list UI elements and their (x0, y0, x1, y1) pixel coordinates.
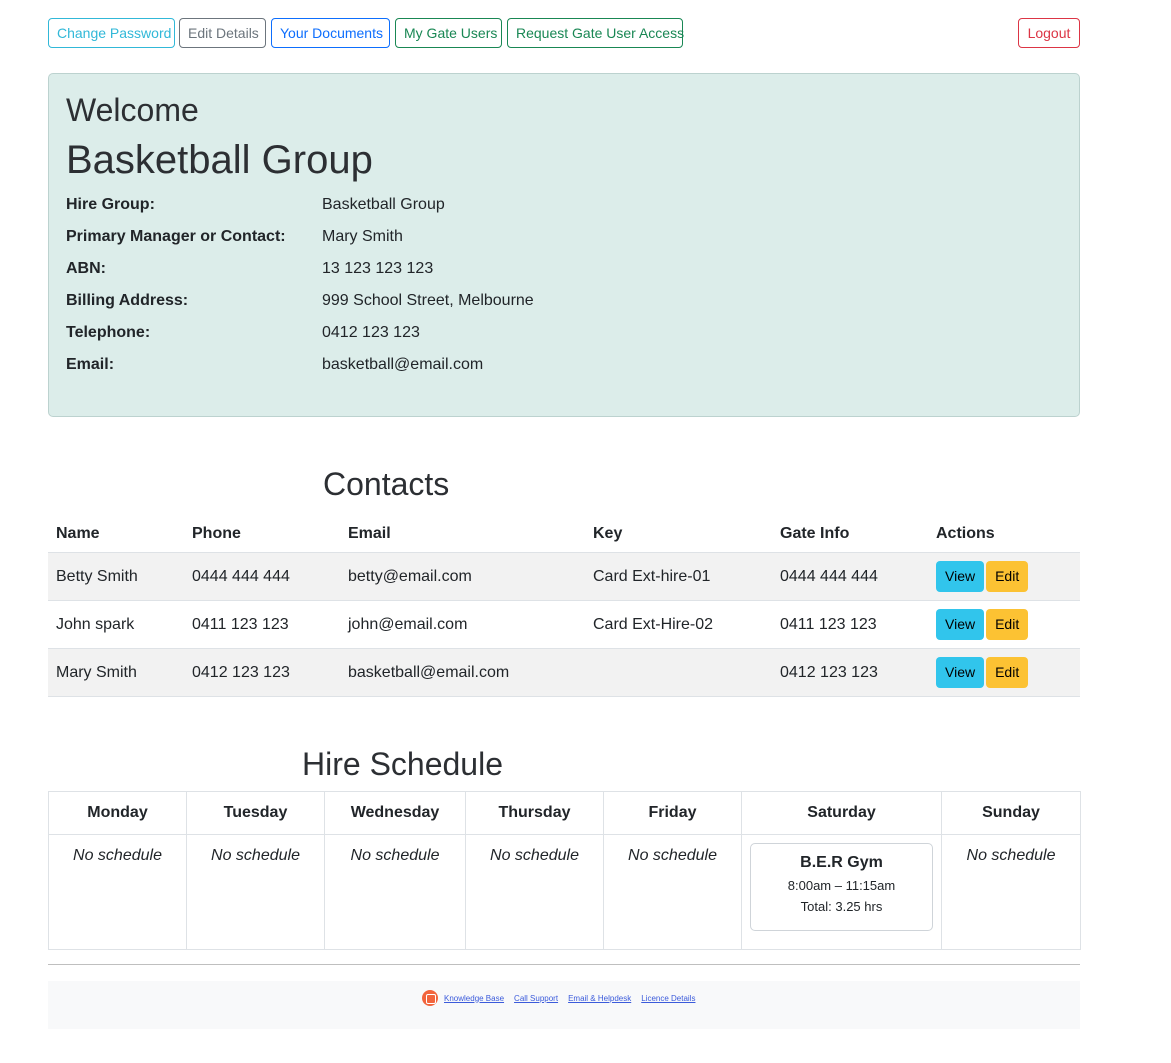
view-button[interactable]: View (936, 609, 985, 640)
edit-button[interactable]: Edit (986, 609, 1029, 640)
schedule-table: Monday Tuesday Wednesday Thursday Friday… (48, 791, 1081, 950)
no-schedule-text: No schedule (490, 847, 579, 864)
cell-actions: View Edit (928, 648, 1080, 697)
email-helpdesk-link[interactable]: Email & Helpdesk (568, 994, 631, 1003)
day-cell-friday: No schedule (603, 834, 742, 950)
cell-key: Card Ext-Hire-02 (585, 600, 772, 649)
cell-gate-info: 0412 123 123 (772, 648, 928, 697)
table-row: John spark 0411 123 123 john@email.com C… (48, 600, 1080, 649)
info-value: Mary Smith (322, 228, 403, 245)
column-header-email: Email (340, 516, 585, 553)
event-time-range: 8:00am – 11:15am (787, 878, 896, 893)
footer: Knowledge Base Call Support Email & Help… (48, 981, 1080, 1029)
welcome-heading: Welcome (66, 92, 199, 128)
cell-key: Card Ext-hire-01 (585, 552, 772, 601)
no-schedule-text: No schedule (73, 847, 162, 864)
day-cell-sunday: No schedule (941, 834, 1081, 950)
licence-details-link[interactable]: Licence Details (641, 994, 695, 1003)
edit-button[interactable]: Edit (986, 657, 1029, 688)
contacts-table: Name Phone Email Key Gate Info Actions B… (48, 516, 1080, 697)
info-label: Telephone: (66, 324, 151, 341)
day-header-monday: Monday (48, 791, 187, 835)
info-value: 999 School Street, Melbourne (322, 292, 534, 309)
view-button[interactable]: View (936, 657, 985, 688)
day-cell-saturday: B.E.R Gym 8:00am – 11:15am Total: 3.25 h… (741, 834, 942, 950)
table-row: Betty Smith 0444 444 444 betty@email.com… (48, 552, 1080, 601)
day-header-sunday: Sunday (941, 791, 1081, 835)
no-schedule-text: No schedule (350, 847, 440, 864)
schedule-row: No schedule No schedule No schedule No s… (48, 834, 1081, 950)
edit-details-button[interactable]: Edit Details (179, 18, 266, 48)
day-header-tuesday: Tuesday (186, 791, 325, 835)
day-header-friday: Friday (603, 791, 742, 835)
cell-gate-info: 0444 444 444 (772, 552, 928, 601)
column-header-name: Name (48, 516, 184, 553)
your-documents-button[interactable]: Your Documents (271, 18, 390, 48)
day-header-wednesday: Wednesday (324, 791, 466, 835)
cell-phone: 0444 444 444 (184, 552, 340, 601)
cell-name: Mary Smith (48, 648, 184, 697)
event-total-hours: Total: 3.25 hrs (800, 899, 883, 914)
hire-schedule-title: Hire Schedule (302, 746, 503, 782)
cell-email: betty@email.com (340, 552, 585, 601)
logout-button[interactable]: Logout (1018, 18, 1080, 48)
info-value: 0412 123 123 (322, 324, 420, 341)
view-button[interactable]: View (936, 561, 985, 592)
cell-phone: 0411 123 123 (184, 600, 340, 649)
info-value: Basketball Group (322, 196, 445, 213)
column-header-actions: Actions (928, 516, 1080, 553)
request-gate-access-button[interactable]: Request Gate User Access (507, 18, 684, 48)
cell-gate-info: 0411 123 123 (772, 600, 928, 649)
day-cell-monday: No schedule (48, 834, 187, 950)
info-value: basketball@email.com (322, 356, 484, 373)
column-header-gate-info: Gate Info (772, 516, 928, 553)
column-header-phone: Phone (184, 516, 340, 553)
cell-name: Betty Smith (48, 552, 184, 601)
footer-links: Knowledge Base Call Support Email & Help… (422, 989, 705, 1007)
edit-button[interactable]: Edit (986, 561, 1029, 592)
info-label: Primary Manager or Contact: (66, 228, 286, 245)
info-label: ABN: (66, 260, 106, 277)
table-row: Mary Smith 0412 123 123 basketball@email… (48, 648, 1080, 697)
no-schedule-text: No schedule (628, 847, 717, 864)
schedule-event-card[interactable]: B.E.R Gym 8:00am – 11:15am Total: 3.25 h… (750, 843, 933, 931)
cell-phone: 0412 123 123 (184, 648, 340, 697)
schedule-header-row: Monday Tuesday Wednesday Thursday Friday… (48, 791, 1081, 835)
top-nav: Change Password Edit Details Your Docume… (48, 18, 1080, 48)
cell-actions: View Edit (928, 600, 1080, 649)
column-header-key: Key (585, 516, 772, 553)
info-label: Hire Group: (66, 196, 155, 213)
info-value: 13 123 123 123 (322, 260, 434, 277)
cell-email: basketball@email.com (340, 648, 585, 697)
my-gate-users-button[interactable]: My Gate Users (395, 18, 502, 48)
call-support-link[interactable]: Call Support (514, 994, 558, 1003)
cell-actions: View Edit (928, 552, 1080, 601)
cell-email: john@email.com (340, 600, 585, 649)
day-cell-thursday: No schedule (465, 834, 604, 950)
change-password-button[interactable]: Change Password (48, 18, 175, 48)
brand-logo-icon (422, 990, 438, 1006)
cell-key (585, 648, 772, 697)
group-name: Basketball Group (66, 138, 373, 182)
no-schedule-text: No schedule (211, 847, 300, 864)
footer-divider (48, 964, 1080, 965)
day-cell-wednesday: No schedule (324, 834, 466, 950)
day-header-thursday: Thursday (465, 791, 604, 835)
no-schedule-text: No schedule (966, 847, 1056, 864)
day-cell-tuesday: No schedule (186, 834, 325, 950)
contacts-title: Contacts (323, 466, 450, 502)
table-header-row: Name Phone Email Key Gate Info Actions (48, 516, 1080, 553)
knowledge-base-link[interactable]: Knowledge Base (444, 994, 504, 1003)
event-venue-name: B.E.R Gym (800, 854, 883, 871)
cell-name: John spark (48, 600, 184, 649)
info-label: Email: (66, 356, 115, 373)
info-label: Billing Address: (66, 292, 189, 309)
welcome-card: Welcome Basketball Group Hire Group: Bas… (48, 73, 1080, 417)
day-header-saturday: Saturday (741, 791, 942, 835)
